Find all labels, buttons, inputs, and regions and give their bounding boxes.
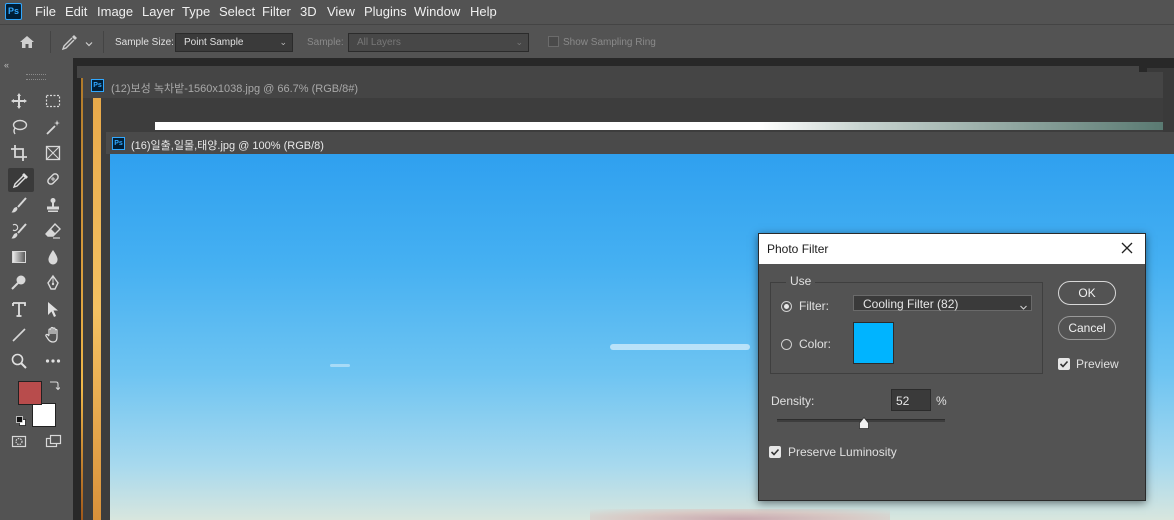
screen-mode-icon[interactable] (42, 430, 64, 452)
cancel-button[interactable]: Cancel (1058, 316, 1116, 340)
document-title-2: (16)일출,일몰,태양.jpg @ 100% (RGB/8) (131, 140, 324, 152)
menu-filter[interactable]: Filter (262, 4, 291, 19)
blur-tool-icon[interactable] (42, 246, 64, 268)
chevron-down-icon: ⌄ (515, 37, 523, 47)
density-slider-thumb[interactable] (859, 416, 870, 429)
swap-colors-icon[interactable] (48, 378, 61, 391)
quick-mask-icon[interactable] (8, 430, 30, 452)
line-tool-icon[interactable] (8, 324, 30, 346)
dodge-tool-icon[interactable] (8, 272, 30, 294)
checkmark-icon (1059, 360, 1069, 368)
show-sampling-ring-label: Show Sampling Ring (563, 37, 656, 48)
menu-bar: Ps File Edit Image Layer Type Select Fil… (0, 0, 1174, 24)
document-tab-1[interactable]: Ps (12)보성 녹차밭-1560x1038.jpg @ 66.7% (RGB… (83, 72, 1163, 98)
filter-label: Filter: (799, 299, 829, 313)
menu-image[interactable]: Image (97, 4, 133, 19)
menu-edit[interactable]: Edit (65, 4, 87, 19)
document-title-1: (12)보성 녹차밭-1560x1038.jpg @ 66.7% (RGB/8#… (111, 83, 359, 95)
lasso-tool-icon[interactable] (8, 116, 30, 138)
rectangular-marquee-tool-icon[interactable] (42, 90, 64, 112)
preview-checkbox[interactable] (1058, 358, 1070, 370)
density-input[interactable]: 52 (891, 389, 931, 411)
density-unit: % (936, 394, 947, 408)
sample-size-label: Sample Size: (115, 37, 174, 48)
density-label: Density: (771, 394, 815, 408)
hand-tool-icon[interactable] (42, 324, 64, 346)
options-bar: Sample Size: Point Sample ⌄ Sample: All … (0, 24, 1174, 58)
ok-button[interactable]: OK (1058, 281, 1116, 305)
zoom-tool-icon[interactable] (8, 350, 30, 372)
photo-filter-dialog: Photo Filter Use Filter: Cooling Filter … (758, 233, 1146, 501)
sample-select[interactable]: All Layers ⌄ (348, 33, 529, 52)
spot-healing-brush-tool-icon[interactable] (42, 168, 64, 190)
menu-view[interactable]: View (327, 4, 355, 19)
cloud (590, 509, 890, 520)
filter-color-swatch[interactable] (853, 322, 894, 364)
document-tab-2[interactable]: Ps (16)일출,일몰,태양.jpg @ 100% (RGB/8) (106, 132, 1174, 154)
dialog-titlebar[interactable]: Photo Filter (759, 234, 1145, 264)
clone-stamp-tool-icon[interactable] (42, 194, 64, 216)
cloud (610, 344, 750, 350)
color-radio[interactable] (781, 339, 792, 350)
dialog-title: Photo Filter (767, 242, 829, 256)
home-icon[interactable] (17, 33, 37, 51)
close-icon[interactable] (1117, 238, 1137, 258)
density-value: 52 (896, 394, 910, 408)
pen-tool-icon[interactable] (42, 272, 64, 294)
brush-tool-icon[interactable] (8, 194, 30, 216)
default-colors-icon[interactable] (16, 413, 26, 426)
document-1-image-top (155, 122, 1163, 130)
eyedropper-tool-preset-icon[interactable] (60, 32, 80, 52)
menu-layer[interactable]: Layer (142, 4, 175, 19)
eraser-tool-icon[interactable] (42, 220, 64, 242)
eyedropper-tool-icon[interactable] (8, 168, 34, 192)
menu-window[interactable]: Window (414, 4, 460, 19)
menu-type[interactable]: Type (182, 4, 210, 19)
chevron-down-icon[interactable] (84, 36, 94, 47)
preview-label: Preview (1076, 357, 1119, 371)
menu-help[interactable]: Help (470, 4, 497, 19)
panel-grip[interactable] (26, 74, 46, 80)
show-sampling-ring-checkbox[interactable] (548, 36, 559, 47)
foreground-color-swatch[interactable] (18, 381, 42, 405)
sample-size-value: Point Sample (184, 37, 244, 48)
move-tool-icon[interactable] (8, 90, 30, 112)
separator (103, 31, 104, 53)
sample-value: All Layers (357, 37, 401, 48)
more-tools-icon[interactable] (42, 350, 64, 372)
use-legend: Use (786, 274, 816, 288)
magic-wand-tool-icon[interactable] (42, 116, 64, 138)
filter-radio[interactable] (781, 301, 792, 312)
sample-size-select[interactable]: Point Sample ⌄ (175, 33, 293, 52)
filter-select-value: Cooling Filter (82) (863, 297, 959, 311)
collapse-panel-icon[interactable]: « (4, 60, 9, 70)
chevron-down-icon: ⌄ (279, 37, 287, 47)
chevron-down-icon (1019, 299, 1028, 310)
path-selection-tool-icon[interactable] (42, 298, 64, 320)
photoshop-document-icon: Ps (91, 79, 104, 92)
menu-select[interactable]: Select (219, 4, 255, 19)
preserve-luminosity-checkbox[interactable] (769, 446, 781, 458)
checkmark-icon (770, 448, 780, 456)
crop-tool-icon[interactable] (8, 142, 30, 164)
tools-panel: « (0, 58, 73, 520)
separator (50, 31, 51, 53)
preserve-luminosity-label: Preserve Luminosity (788, 445, 897, 459)
type-tool-icon[interactable] (8, 298, 30, 320)
color-label: Color: (799, 337, 832, 351)
frame-tool-icon[interactable] (42, 142, 64, 164)
photoshop-document-icon: Ps (112, 137, 125, 150)
gradient-tool-icon[interactable] (8, 246, 30, 268)
photoshop-logo-icon: Ps (5, 3, 22, 20)
cloud (330, 364, 350, 367)
menu-3d[interactable]: 3D (300, 4, 317, 19)
sample-label: Sample: (307, 37, 344, 48)
filter-select[interactable]: Cooling Filter (82) (853, 295, 1032, 311)
menu-plugins[interactable]: Plugins (364, 4, 407, 19)
background-color-swatch[interactable] (32, 403, 56, 427)
document-1-image-edge (93, 98, 101, 520)
history-brush-tool-icon[interactable] (8, 220, 30, 242)
menu-file[interactable]: File (35, 4, 56, 19)
